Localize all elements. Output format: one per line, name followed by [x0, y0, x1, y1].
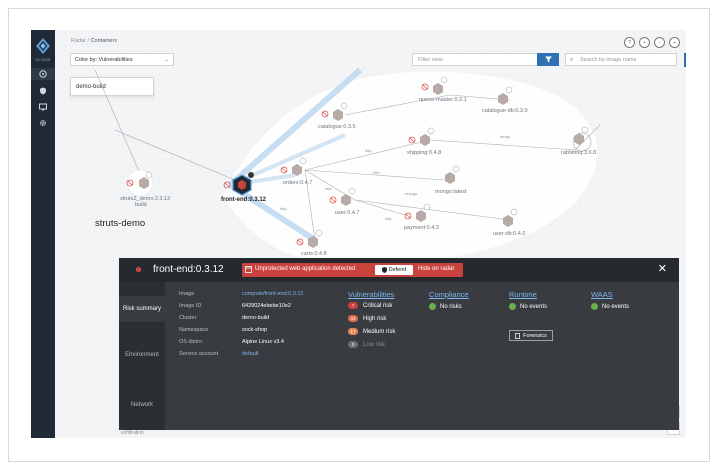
logo-text: CLOUD — [35, 57, 51, 62]
edge-label-behind: exfiltration — [121, 430, 144, 436]
prisma-logo-icon — [36, 38, 50, 54]
sidebar-item-defend[interactable] — [38, 86, 48, 96]
detail-value: Alpine Linux v3.4 — [242, 339, 284, 345]
node-label-user-db: user-db:0.4.0 — [493, 231, 526, 237]
edge-label: http — [373, 170, 380, 175]
detail-key: Image — [179, 291, 195, 297]
gear-icon — [40, 120, 46, 126]
high-count-badge: 34 — [348, 315, 358, 322]
detail-key: Cluster — [179, 315, 197, 321]
node-struts[interactable] — [126, 169, 154, 197]
node-label-user: user:0.4.7 — [335, 210, 360, 216]
hide-on-radar-link[interactable]: Hide on radar — [418, 266, 454, 272]
radar-canvas[interactable]: Radar / Containers ? • ◦ ⌁ Color by: Vul… — [55, 30, 686, 438]
detail-value: 6429024ebebe10e2 — [242, 303, 291, 309]
vuln-low-row[interactable]: 0 Low risk — [348, 341, 385, 348]
detail-value-link[interactable]: compute/front-end:0.3.12 — [242, 291, 303, 297]
ok-status-icon — [591, 303, 598, 310]
sidebar-item-manage[interactable] — [38, 118, 48, 128]
edge-label: http — [385, 216, 392, 221]
sidebar-item-monitor[interactable] — [38, 102, 48, 112]
edge-label: http — [365, 148, 372, 153]
node-sublabel-struts: build — [135, 202, 147, 208]
sidebar-item-radar[interactable] — [31, 68, 55, 80]
waas-status: No events — [591, 303, 629, 310]
runtime-link[interactable]: Runtime — [509, 290, 537, 299]
node-label-shipping: shipping:0.4.8 — [407, 150, 442, 156]
detail-key: Image ID — [179, 303, 202, 309]
detail-key: OS distro — [179, 339, 202, 345]
tab-environment[interactable]: Environment — [119, 352, 165, 358]
edge-label: http — [325, 186, 332, 191]
critical-count-badge: 7 — [348, 302, 358, 309]
container-hex-icon — [133, 264, 144, 275]
tab-network[interactable]: Network — [119, 402, 165, 408]
waas-status-text: No events — [602, 303, 630, 310]
critical-label: Critical risk — [363, 302, 393, 309]
sidebar: CLOUD — [31, 30, 55, 438]
panel-title: front-end:0.3.12 — [153, 264, 224, 275]
vuln-high-row[interactable]: 34 High risk — [348, 315, 386, 322]
defend-button[interactable]: Defend — [375, 265, 413, 275]
ok-status-icon — [509, 303, 516, 310]
shield-icon — [381, 267, 387, 273]
detail-value-link[interactable]: default — [242, 351, 259, 357]
runtime-status: No events — [509, 303, 547, 310]
node-label-mongo: mongo:latest — [435, 189, 467, 195]
radar-icon — [39, 70, 47, 78]
high-label: High risk — [363, 315, 387, 322]
vulnerabilities-link[interactable]: Vulnerabilities — [348, 290, 394, 299]
app-window: CLOUD Radar / Containers ? • ◦ ⌁ Color b… — [31, 30, 686, 438]
node-label-payment: payment:0.4.3 — [404, 225, 439, 231]
waas-alert-banner: Unprotected web application detected Def… — [242, 263, 463, 277]
detail-value: demo-build — [242, 315, 270, 321]
defend-label: Defend — [388, 267, 407, 273]
node-label-queue-master: queue-master:0.3.1 — [419, 97, 467, 103]
low-label: Low risk — [363, 341, 386, 348]
compliance-link[interactable]: Compliance — [429, 290, 469, 299]
close-panel-button[interactable]: ✕ — [658, 262, 667, 275]
shield-icon — [40, 87, 46, 95]
tab-risk-summary[interactable]: Risk summary — [119, 296, 165, 322]
node-label-carts: carts:0.4.8 — [301, 251, 327, 257]
compliance-status-text: No risks — [440, 303, 462, 310]
waas-link[interactable]: WAAS — [591, 290, 613, 299]
node-label-catalogue-db: catalogue-db:0.3.0 — [482, 108, 528, 114]
edge-label: http — [280, 206, 287, 211]
detail-key: Service account — [179, 351, 219, 357]
node-label-catalogue: catalogue:0.3.5 — [318, 124, 356, 130]
image-detail-panel: front-end:0.3.12 Unprotected web applica… — [119, 258, 679, 430]
runtime-status-text: No events — [520, 303, 548, 310]
cluster-halo — [223, 71, 598, 266]
ok-status-icon — [429, 303, 436, 310]
namespace-group-label: struts-demo — [95, 218, 146, 229]
monitor-icon — [39, 103, 47, 111]
vuln-critical-row[interactable]: 7 Critical risk — [348, 302, 392, 309]
detail-value: sock-shop — [242, 327, 268, 333]
panel-tabs: Risk summary Environment Network — [119, 282, 165, 430]
medium-label: Medium risk — [363, 328, 396, 335]
node-label-orders: orders:0.4.7 — [283, 180, 313, 186]
forensics-label: Forensics — [523, 332, 547, 339]
detail-key: Namespace — [179, 327, 209, 333]
edge-label: amqp — [500, 134, 511, 139]
node-label-rabbitmq: rabbitmq:3.6.8 — [561, 150, 597, 156]
panel-header: front-end:0.3.12 Unprotected web applica… — [119, 258, 679, 282]
edge-label: mongo — [405, 191, 418, 196]
forensics-button[interactable]: Forensics — [509, 330, 553, 341]
medium-count-badge: 17 — [348, 328, 358, 335]
browser-warning-icon — [245, 266, 252, 273]
document-icon — [515, 332, 521, 339]
compliance-status: No risks — [429, 303, 462, 310]
alert-text: Unprotected web application detected — [255, 266, 356, 272]
node-label-front-end: front-end:0.3.12 — [221, 197, 267, 203]
low-count-badge: 0 — [348, 341, 358, 348]
vuln-medium-row[interactable]: 17 Medium risk — [348, 328, 395, 335]
